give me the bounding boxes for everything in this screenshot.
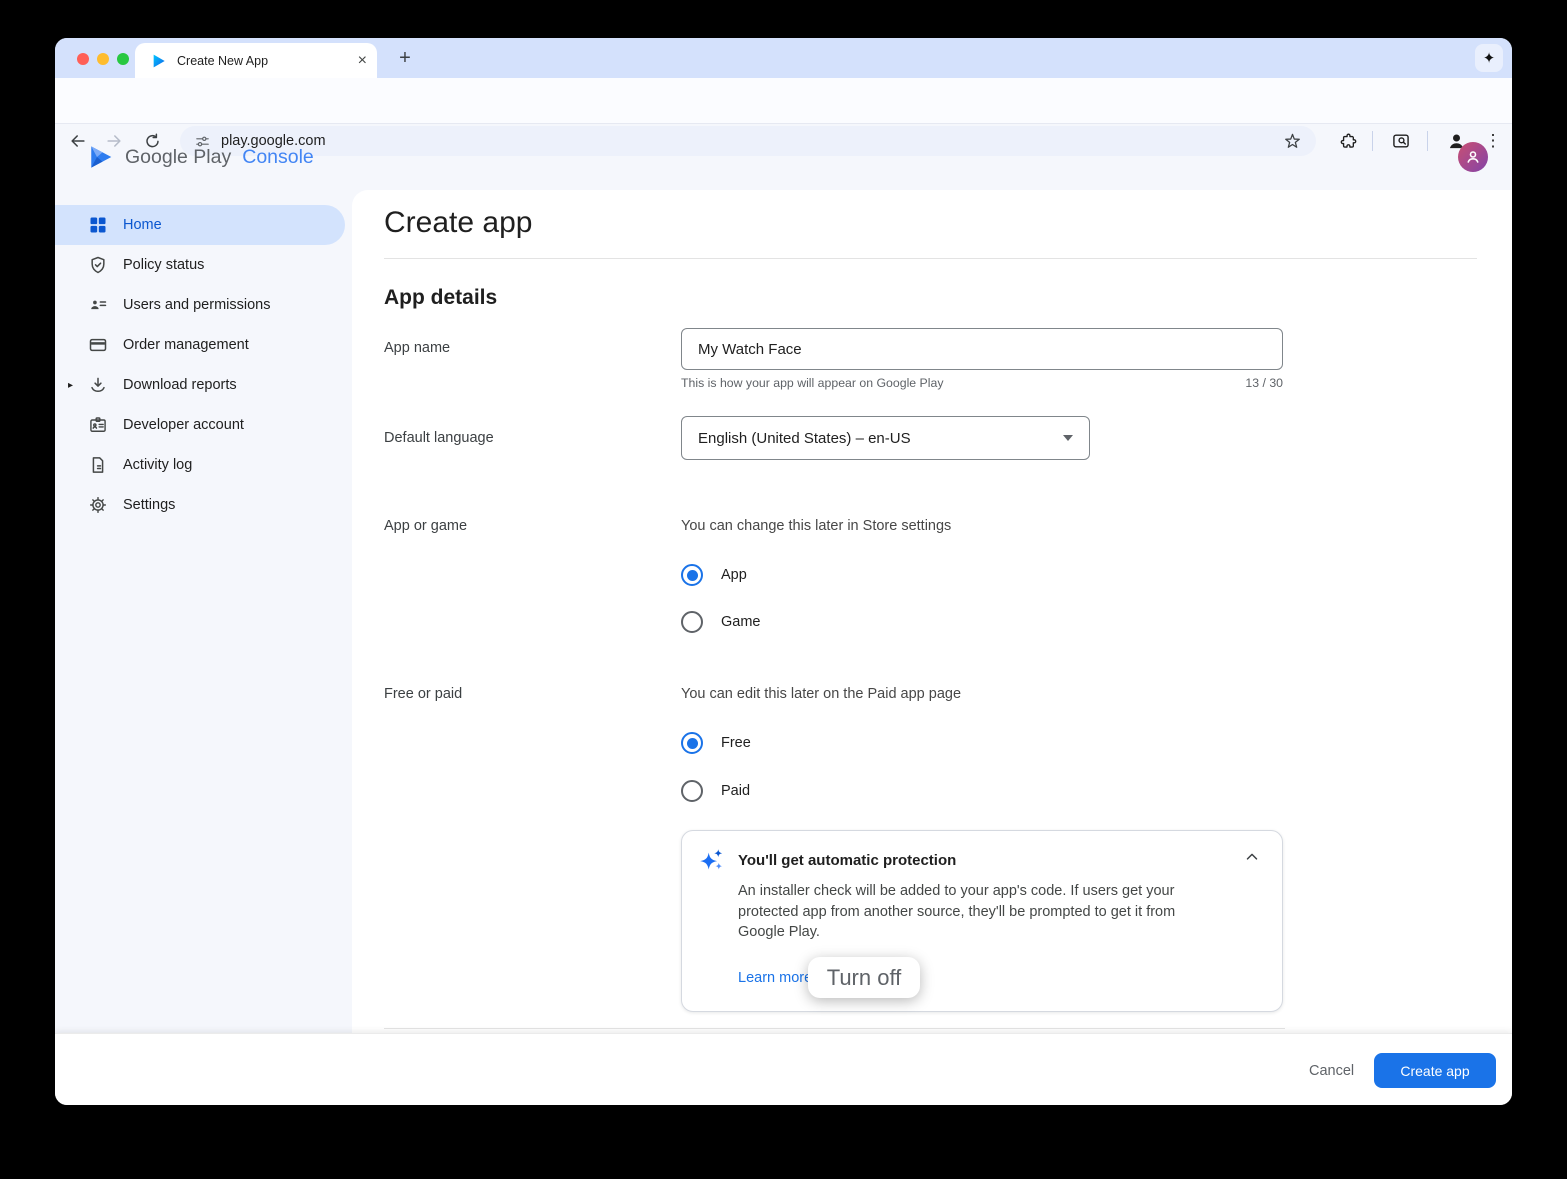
protection-card-body: An installer check will be added to your…: [738, 881, 1210, 943]
page-title: Create app: [384, 206, 532, 240]
chevron-up-icon[interactable]: [1240, 845, 1264, 869]
gemini-sparkle-icon: [698, 847, 725, 874]
brand-google-play: Google Play: [125, 146, 231, 169]
browser-window: Create New App × + ✦ play.google.com: [55, 38, 1512, 1105]
divider: [384, 258, 1477, 259]
default-language-select[interactable]: English (United States) – en-US: [681, 416, 1090, 460]
radio-selected-icon[interactable]: [681, 732, 703, 754]
new-tab-button[interactable]: +: [393, 46, 417, 70]
play-triangle-icon: [88, 144, 114, 170]
sidebar-item-policy-status[interactable]: Policy status: [55, 245, 345, 285]
sidebar-item-download-reports[interactable]: ▸ Download reports: [55, 365, 345, 405]
free-or-paid-label: Free or paid: [384, 686, 462, 702]
sidebar-item-home[interactable]: Home: [55, 205, 345, 245]
brand-console: Console: [242, 146, 314, 169]
credit-card-icon: [88, 335, 108, 355]
search-tabs-icon[interactable]: [1389, 129, 1413, 153]
tab-title: Create New App: [177, 54, 348, 68]
app-name-counter: 13 / 30: [1245, 376, 1283, 390]
sidebar-item-label: Download reports: [123, 377, 237, 393]
automatic-protection-card: You'll get automatic protection An insta…: [681, 830, 1283, 1012]
download-icon: [88, 375, 108, 395]
radio-option-paid[interactable]: Paid: [681, 780, 750, 802]
browser-tab[interactable]: Create New App ×: [135, 43, 377, 78]
sidebar-item-label: Order management: [123, 337, 249, 353]
toolbar-divider: [1427, 131, 1428, 151]
toolbar-divider: [1372, 131, 1373, 151]
sidebar-item-label: Settings: [123, 497, 175, 513]
main-content: Create app App details App name This is …: [352, 190, 1512, 1033]
sidebar-item-label: Home: [123, 217, 162, 233]
expand-caret-icon[interactable]: ▸: [68, 380, 73, 391]
sidebar-item-label: Policy status: [123, 257, 204, 273]
users-list-icon: [88, 295, 108, 315]
address-bar[interactable]: play.google.com: [180, 126, 1316, 156]
sidebar-item-developer-account[interactable]: Developer account: [55, 405, 345, 445]
free-or-paid-note: You can edit this later on the Paid app …: [681, 686, 961, 702]
window-close-button[interactable]: [77, 53, 89, 65]
window-minimize-button[interactable]: [97, 53, 109, 65]
divider: [384, 1028, 1285, 1029]
cancel-button[interactable]: Cancel: [1301, 1054, 1362, 1088]
app-name-helper: This is how your app will appear on Goog…: [681, 376, 943, 390]
create-app-button[interactable]: Create app: [1374, 1053, 1496, 1088]
default-language-label: Default language: [384, 430, 494, 446]
sparkle-icon[interactable]: ✦: [1475, 44, 1503, 72]
shield-check-icon: [88, 255, 108, 275]
app-or-game-note: You can change this later in Store setti…: [681, 518, 951, 534]
radio-option-game[interactable]: Game: [681, 611, 761, 633]
extensions-icon[interactable]: [1336, 129, 1360, 153]
tab-strip: Create New App × + ✦: [55, 38, 1512, 78]
default-language-value: English (United States) – en-US: [698, 430, 911, 447]
learn-more-link[interactable]: Learn more: [738, 970, 812, 986]
badge-icon: [88, 415, 108, 435]
section-title: App details: [384, 286, 497, 310]
radio-unselected-icon[interactable]: [681, 780, 703, 802]
sidebar-item-activity-log[interactable]: Activity log: [55, 445, 345, 485]
window-zoom-button[interactable]: [117, 53, 129, 65]
footer-bar: Cancel Create app: [55, 1033, 1512, 1105]
account-avatar[interactable]: [1458, 142, 1488, 172]
sidebar-item-label: Developer account: [123, 417, 244, 433]
gear-icon: [88, 495, 108, 515]
app-or-game-label: App or game: [384, 518, 467, 534]
radio-option-app[interactable]: App: [681, 564, 747, 586]
document-icon: [88, 455, 108, 475]
google-play-favicon: [151, 53, 167, 69]
sidebar-item-settings[interactable]: Settings: [55, 485, 345, 525]
sidebar-item-order-management[interactable]: Order management: [55, 325, 345, 365]
chevron-down-icon: [1063, 435, 1073, 441]
bookmark-star-icon[interactable]: [1283, 132, 1302, 151]
radio-unselected-icon[interactable]: [681, 611, 703, 633]
sidebar-item-label: Users and permissions: [123, 297, 270, 313]
protection-card-title: You'll get automatic protection: [738, 852, 956, 869]
sidebar-item-users-permissions[interactable]: Users and permissions: [55, 285, 345, 325]
app-name-label: App name: [384, 340, 450, 356]
sidebar-item-label: Activity log: [123, 457, 192, 473]
url-text[interactable]: play.google.com: [221, 133, 1273, 149]
home-grid-icon: [88, 215, 108, 235]
turn-off-button[interactable]: Turn off: [808, 957, 920, 998]
radio-selected-icon[interactable]: [681, 564, 703, 586]
back-icon[interactable]: [66, 129, 90, 153]
browser-toolbar: play.google.com ⋮: [55, 78, 1512, 124]
tab-close-icon[interactable]: ×: [358, 53, 367, 69]
app-name-input[interactable]: [681, 328, 1283, 370]
play-console-logo[interactable]: Google Play Console: [88, 138, 314, 176]
radio-option-free[interactable]: Free: [681, 732, 751, 754]
